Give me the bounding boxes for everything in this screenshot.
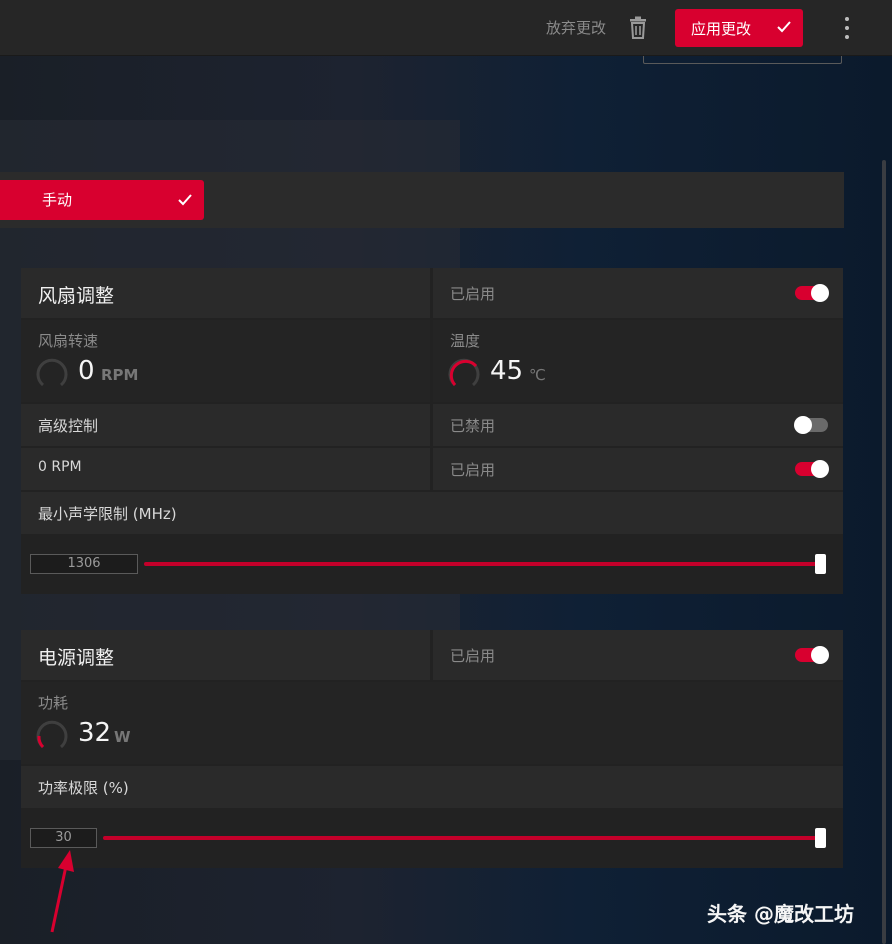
min-acoustic-limit-input[interactable]: 1306 xyxy=(30,554,138,574)
profile-dropdown[interactable] xyxy=(643,56,842,64)
power-limit-slider[interactable] xyxy=(103,836,821,840)
temperature-value: 45 xyxy=(490,356,524,386)
check-icon xyxy=(178,194,192,206)
fan-speed-label: 风扇转速 xyxy=(38,332,99,350)
power-consumption-cell: 功耗 32 W xyxy=(21,682,843,764)
more-vertical-icon[interactable] xyxy=(838,14,856,42)
zero-rpm-status-row: 已启用 xyxy=(433,448,843,490)
fan-tuning-title: 风扇调整 xyxy=(38,285,115,307)
power-limit-row: 功率极限 (%) xyxy=(21,766,843,808)
power-limit-input[interactable]: 30 xyxy=(30,828,97,848)
power-tuning-status: 已启用 xyxy=(450,647,496,665)
temperature-cell: 温度 45 ℃ xyxy=(433,320,843,402)
top-toolbar: 放弃更改 应用更改 xyxy=(0,0,892,56)
zero-rpm-toggle[interactable] xyxy=(795,460,829,478)
power-consumption-label: 功耗 xyxy=(38,694,69,712)
advanced-control-row: 高级控制 xyxy=(21,404,430,446)
manual-mode-button[interactable]: 手动 xyxy=(0,180,204,220)
watermark: 头条 @魔改工坊 xyxy=(707,902,854,926)
fan-speed-value: 0 xyxy=(78,356,95,386)
fan-tuning-card: 风扇调整 已启用 风扇转速 0 RPM 温度 45 ℃ 高级控制 已禁用 0 R… xyxy=(21,268,843,594)
trash-icon[interactable] xyxy=(628,16,648,40)
tuning-mode-bar: 手动 xyxy=(0,172,844,228)
advanced-control-status: 已禁用 xyxy=(450,417,496,435)
fan-tuning-status: 已启用 xyxy=(450,285,496,303)
check-icon xyxy=(777,21,791,33)
power-consumption-value: 32 xyxy=(78,718,112,748)
apply-changes-label: 应用更改 xyxy=(691,19,752,38)
power-limit-label: 功率极限 (%) xyxy=(38,779,129,797)
min-acoustic-limit-label: 最小声学限制 (MHz) xyxy=(38,505,177,523)
fan-tuning-status-row: 已启用 xyxy=(433,268,843,318)
gauge-icon xyxy=(36,358,68,387)
manual-mode-label: 手动 xyxy=(42,191,73,209)
power-tuning-card: 电源调整 已启用 功耗 32 W 功率极限 (%) 30 xyxy=(21,630,843,868)
min-acoustic-limit-slider-thumb[interactable] xyxy=(815,554,826,574)
zero-rpm-status: 已启用 xyxy=(450,461,496,479)
fan-tuning-header: 风扇调整 xyxy=(21,268,430,318)
gauge-icon xyxy=(36,720,68,749)
min-acoustic-limit-slider[interactable] xyxy=(144,562,821,566)
advanced-control-label: 高级控制 xyxy=(38,417,99,435)
power-consumption-unit: W xyxy=(114,728,131,746)
power-tuning-title: 电源调整 xyxy=(38,647,115,669)
fan-tuning-toggle[interactable] xyxy=(795,284,829,302)
scrollbar[interactable] xyxy=(882,160,886,944)
power-limit-slider-thumb[interactable] xyxy=(815,828,826,848)
arrow-icon xyxy=(50,850,74,933)
advanced-control-toggle[interactable] xyxy=(794,416,828,434)
power-tuning-status-row: 已启用 xyxy=(433,630,843,680)
advanced-control-status-row: 已禁用 xyxy=(433,404,843,446)
min-acoustic-limit-row: 最小声学限制 (MHz) xyxy=(21,492,843,534)
discard-changes-button[interactable]: 放弃更改 xyxy=(546,17,606,38)
fan-speed-unit: RPM xyxy=(101,366,139,384)
fan-speed-cell: 风扇转速 0 RPM xyxy=(21,320,430,402)
apply-changes-button[interactable]: 应用更改 xyxy=(675,9,803,47)
temperature-unit: ℃ xyxy=(529,366,546,384)
power-tuning-header: 电源调整 xyxy=(21,630,430,680)
gauge-icon xyxy=(448,358,480,387)
zero-rpm-label: 0 RPM xyxy=(38,459,82,475)
temperature-label: 温度 xyxy=(450,332,481,350)
power-tuning-toggle[interactable] xyxy=(795,646,829,664)
zero-rpm-row: 0 RPM xyxy=(21,448,430,490)
